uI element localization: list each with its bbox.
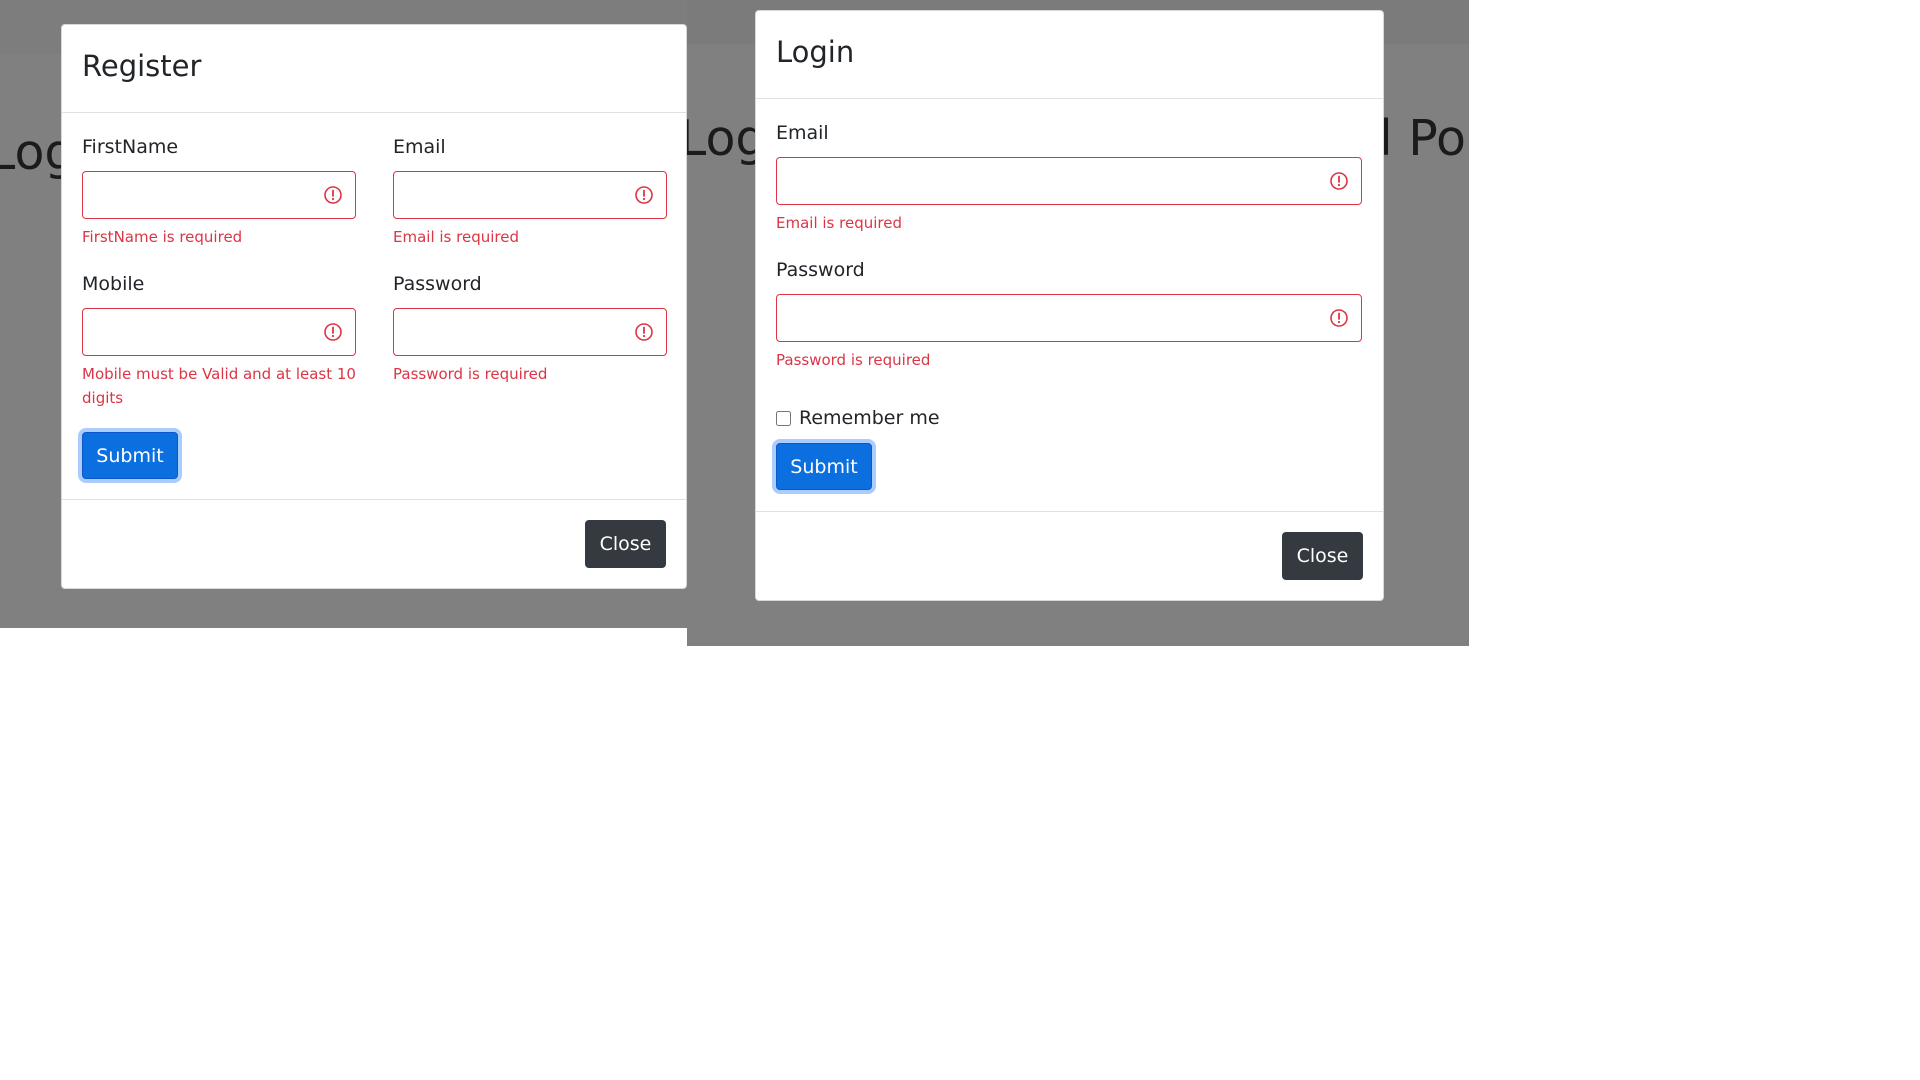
login-email-input[interactable] xyxy=(777,158,1361,204)
register-password-input[interactable] xyxy=(394,309,666,355)
register-mobile-input[interactable] xyxy=(83,309,355,355)
register-modal-footer: Close xyxy=(62,499,686,588)
register-email-input-wrapper xyxy=(393,171,667,219)
register-firstname-label: FirstName xyxy=(82,136,179,158)
login-email-input-wrapper xyxy=(776,157,1362,205)
register-mobile-label: Mobile xyxy=(82,273,145,295)
login-modal-footer: Close xyxy=(756,511,1383,600)
login-password-error: Password is required xyxy=(776,351,931,369)
register-password-group: Password Password is required xyxy=(393,272,667,386)
register-mobile-error: Mobile must be Valid and at least 10 dig… xyxy=(82,365,356,407)
register-mobile-input-wrapper xyxy=(82,308,356,356)
login-modal-title: Login xyxy=(776,35,855,69)
register-submit-button[interactable]: Submit xyxy=(82,432,178,479)
login-email-group: Email Email is required xyxy=(776,121,1362,235)
exclamation-circle-icon xyxy=(324,323,342,341)
login-email-error: Email is required xyxy=(776,214,902,232)
register-mobile-group: Mobile Mobile must be Valid and at least… xyxy=(82,272,356,410)
remember-me-checkbox[interactable] xyxy=(776,410,791,426)
register-modal-title: Register xyxy=(82,49,202,83)
register-firstname-group: FirstName FirstName is required xyxy=(82,135,356,249)
register-email-group: Email Email is required xyxy=(393,135,667,249)
login-password-input-wrapper xyxy=(776,294,1362,342)
login-submit-button[interactable]: Submit xyxy=(776,443,872,490)
exclamation-circle-icon xyxy=(635,323,653,341)
register-firstname-error: FirstName is required xyxy=(82,228,243,246)
register-screenshot-panel: Log Register FirstName FirstName is requ… xyxy=(0,0,687,628)
login-modal: Login Email Email is required Password P… xyxy=(755,10,1384,601)
login-password-label: Password xyxy=(776,259,865,281)
exclamation-circle-icon xyxy=(1330,172,1348,190)
exclamation-circle-icon xyxy=(635,186,653,204)
login-screenshot-panel: Log l Po Login Email Email is required P… xyxy=(687,0,1469,646)
register-email-error: Email is required xyxy=(393,228,519,246)
register-modal-body: FirstName FirstName is required Email Em… xyxy=(62,113,686,407)
login-email-label: Email xyxy=(776,122,829,144)
login-modal-body: Email Email is required Password Passwor… xyxy=(756,99,1383,369)
login-close-button[interactable]: Close xyxy=(1282,532,1363,580)
login-password-group: Password Password is required xyxy=(776,258,1362,372)
background-page-heading-right: l Po xyxy=(1379,110,1466,167)
remember-me-row: Remember me xyxy=(776,407,940,429)
login-modal-header: Login xyxy=(756,11,1383,99)
register-email-input[interactable] xyxy=(394,172,666,218)
register-close-button[interactable]: Close xyxy=(585,520,666,568)
register-firstname-input-wrapper xyxy=(82,171,356,219)
register-email-label: Email xyxy=(393,136,446,158)
remember-me-label[interactable]: Remember me xyxy=(799,407,940,429)
register-password-label: Password xyxy=(393,273,482,295)
exclamation-circle-icon xyxy=(324,186,342,204)
login-password-input[interactable] xyxy=(777,295,1361,341)
register-password-error: Password is required xyxy=(393,365,548,383)
register-modal-header: Register xyxy=(62,25,686,113)
register-firstname-input[interactable] xyxy=(83,172,355,218)
register-password-input-wrapper xyxy=(393,308,667,356)
register-modal: Register FirstName FirstName is required xyxy=(61,24,687,589)
exclamation-circle-icon xyxy=(1330,309,1348,327)
